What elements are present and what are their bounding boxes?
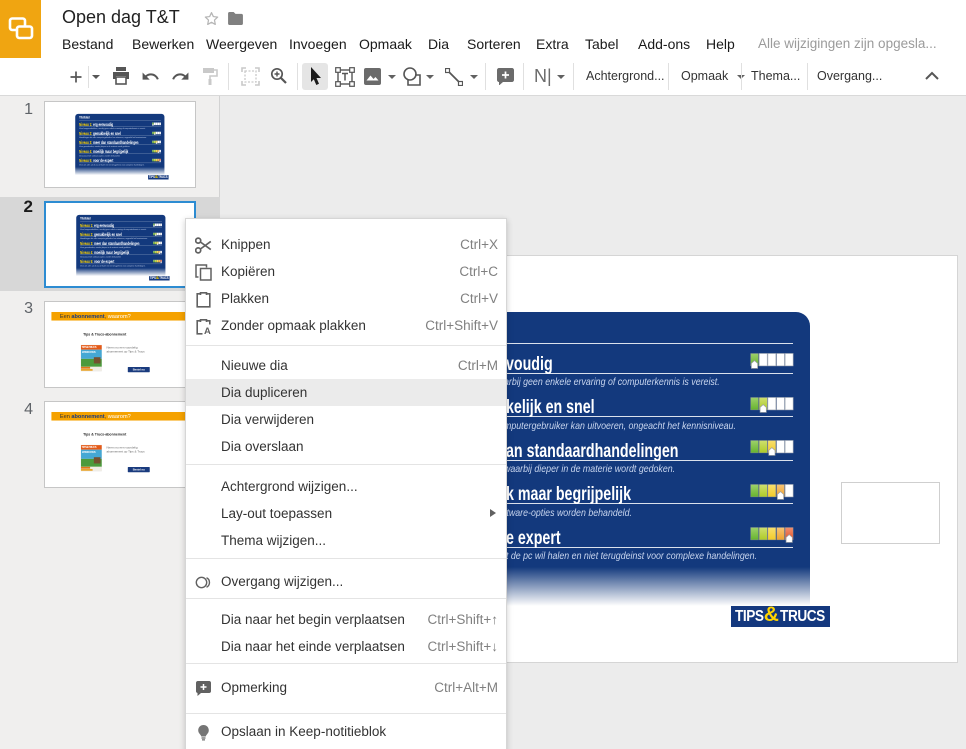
svg-text:A: A <box>204 326 211 335</box>
